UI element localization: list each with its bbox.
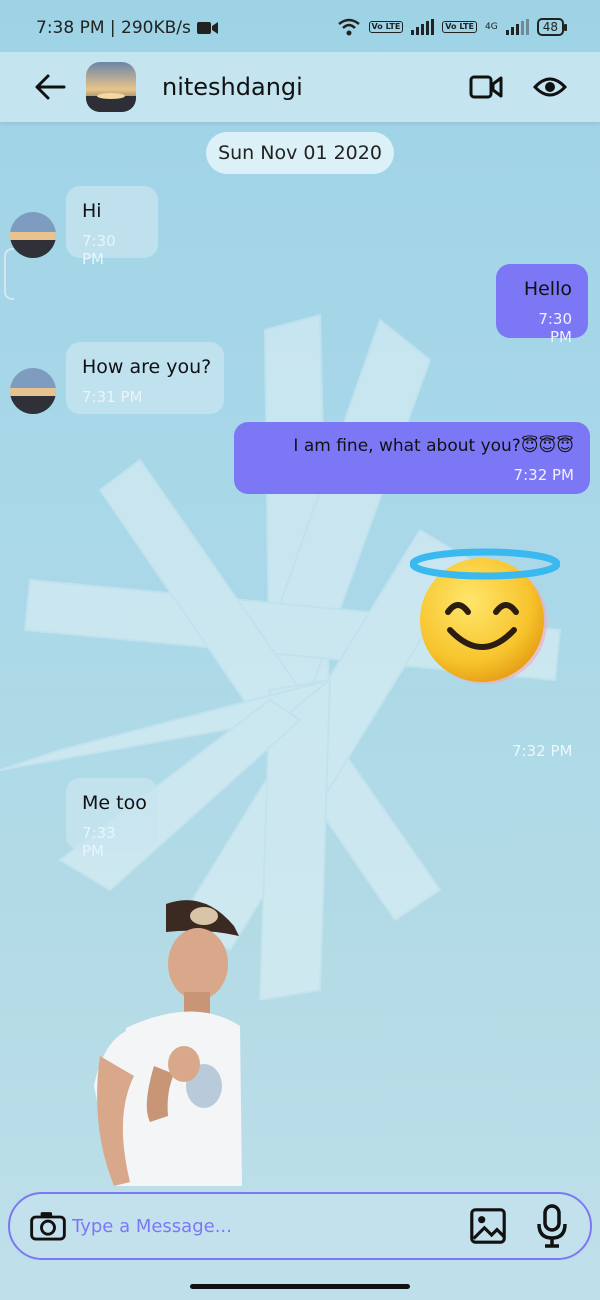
message-time: 7:32 PM [512,742,573,760]
voice-message-button[interactable] [534,1204,570,1248]
status-bar: 7:38 PM | 290KB/s Vo LTE Vo LTE 4G 48 [0,0,600,58]
message-text: I am fine, what about you?😇😇😇 [293,436,574,456]
message-bubble-incoming[interactable]: Hi 7:30 PM [66,186,158,268]
message-text: How are you? [82,356,212,378]
microphone-icon [537,1204,567,1248]
message-time: 7:30 PM [538,310,572,346]
message-time: 7:33 PM [82,824,116,860]
volte-tag-1: Vo LTE [368,21,404,33]
scroll-indicator [4,248,14,300]
message-bubble-outgoing[interactable]: I am fine, what about you?😇😇😇 7:32 PM [234,422,590,494]
video-camera-icon [469,75,503,99]
message-time: 7:31 PM [82,388,143,406]
gallery-button[interactable] [470,1208,506,1244]
message-time: 7:30 PM [82,232,116,268]
video-record-icon [196,22,218,34]
camera-button[interactable] [30,1208,66,1244]
contact-avatar[interactable] [86,62,136,112]
sender-avatar[interactable] [10,212,56,258]
message-input[interactable] [72,1215,470,1237]
message-bubble-incoming[interactable]: Me too 7:33 PM [66,778,158,860]
message-bubble-incoming[interactable]: How are you? 7:31 PM [66,342,224,414]
message-composer [8,1192,592,1260]
sender-avatar[interactable] [10,368,56,414]
image-icon [470,1208,506,1244]
message-text: Me too [82,792,147,814]
message-bubble-outgoing[interactable]: Hello 7:30 PM [496,264,588,346]
view-profile-button[interactable] [532,69,568,105]
eye-icon [533,77,567,97]
message-text: Hi [82,200,102,222]
camera-icon [30,1212,66,1241]
video-call-button[interactable] [468,69,504,105]
network-type: 4G [485,22,498,32]
contact-name: niteshdangi [162,73,303,101]
message-text: Hello [523,278,572,300]
signal-icon-2 [505,19,529,35]
halo-emoji-sticker[interactable] [410,546,560,686]
back-button[interactable] [32,69,68,105]
signal-icon-1 [411,19,435,35]
gesture-nav-bar[interactable] [190,1284,410,1289]
arrow-left-icon [35,74,66,100]
wifi-icon [337,18,360,36]
person-gif-sticker[interactable] [94,886,244,1186]
volte-tag-2: Vo LTE [442,21,478,33]
battery-indicator: 48 [536,18,568,36]
message-time: 7:32 PM [513,466,574,484]
chat-header: niteshdangi [0,52,600,122]
date-separator: Sun Nov 01 2020 [206,132,394,174]
status-time: 7:38 PM | 290KB/s [36,18,191,38]
